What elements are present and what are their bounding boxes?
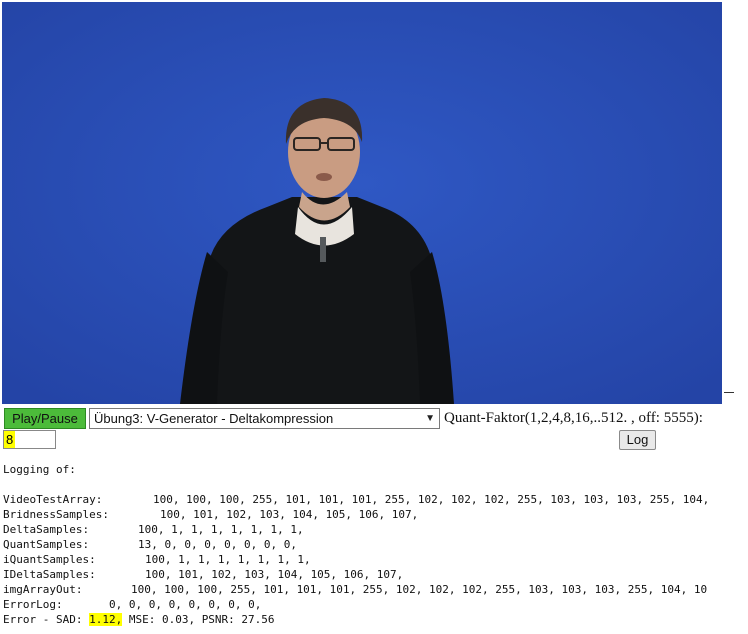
log-row-label: iQuantSamples: [3,553,96,566]
quant-factor-input[interactable]: 8 [3,430,56,449]
log-row: iQuantSamples: 100, 1, 1, 1, 1, 1, 1, 1, [3,552,748,567]
error-summary: Error - SAD: 1.12, MSE: 0.03, PSNR: 27.5… [3,612,748,627]
log-row: QuantSamples: 13, 0, 0, 0, 0, 0, 0, 0, [3,537,748,552]
video-frame [2,2,722,404]
log-row-values: 100, 101, 102, 103, 104, 105, 106, 107, [145,568,404,581]
log-row-label: BridnessSamples: [3,508,109,521]
log-row: ErrorLog: 0, 0, 0, 0, 0, 0, 0, 0, [3,597,748,612]
exercise-select-value: Übung3: V-Generator - Deltakompression [94,411,334,426]
chevron-down-icon: ▼ [425,413,435,424]
error-rest: MSE: 0.03, PSNR: 27.56 [122,613,275,626]
log-row-label: VideoTestArray: [3,493,103,506]
quant-factor-label: Quant-Faktor(1,2,4,8,16,..512. , off: 55… [444,410,703,426]
log-row-label: ErrorLog: [3,598,63,611]
log-row-values: 100, 1, 1, 1, 1, 1, 1, 1, [138,523,304,536]
log-row-values: 100, 100, 100, 255, 101, 101, 101, 255, … [131,583,708,596]
log-row: BridnessSamples: 100, 101, 102, 103, 104,… [3,507,748,522]
log-row-label: DeltaSamples: [3,523,90,536]
exercise-select[interactable]: Übung3: V-Generator - Deltakompression ▼ [89,408,440,429]
play-pause-button[interactable]: Play/Pause [4,408,86,429]
error-prefix: Error - SAD: [3,613,90,626]
log-row-values: 13, 0, 0, 0, 0, 0, 0, 0, [138,538,297,551]
log-row: DeltaSamples: 100, 1, 1, 1, 1, 1, 1, 1, [3,522,748,537]
log-row-values: 100, 100, 100, 255, 101, 101, 101, 255, … [153,493,710,506]
log-row-values: 0, 0, 0, 0, 0, 0, 0, 0, [109,598,262,611]
log-output: Logging of: VideoTestArray: 100, 100, 100… [3,462,748,627]
log-row-values: 100, 101, 102, 103, 104, 105, 106, 107, [160,508,419,521]
control-bar: Play/Pause Übung3: V-Generator - Deltako… [2,407,748,451]
log-row-label: IDeltaSamples: [3,568,96,581]
log-button[interactable]: Log [619,430,656,450]
quant-factor-value: 8 [4,431,16,448]
log-header: Logging of: [3,463,76,476]
sad-value: 1.12, [89,613,123,626]
log-row: VideoTestArray: 100, 100, 100, 255, 101, … [3,492,748,507]
divider [724,392,734,393]
log-row-label: imgArrayOut: [3,583,83,596]
video-player[interactable] [2,2,722,404]
log-row-label: QuantSamples: [3,538,90,551]
log-spacer [3,477,748,492]
log-row: IDeltaSamples: 100, 101, 102, 103, 104, 1… [3,567,748,582]
log-row-values: 100, 1, 1, 1, 1, 1, 1, 1, [145,553,311,566]
log-row: imgArrayOut: 100, 100, 100, 255, 101, 101… [3,582,748,597]
